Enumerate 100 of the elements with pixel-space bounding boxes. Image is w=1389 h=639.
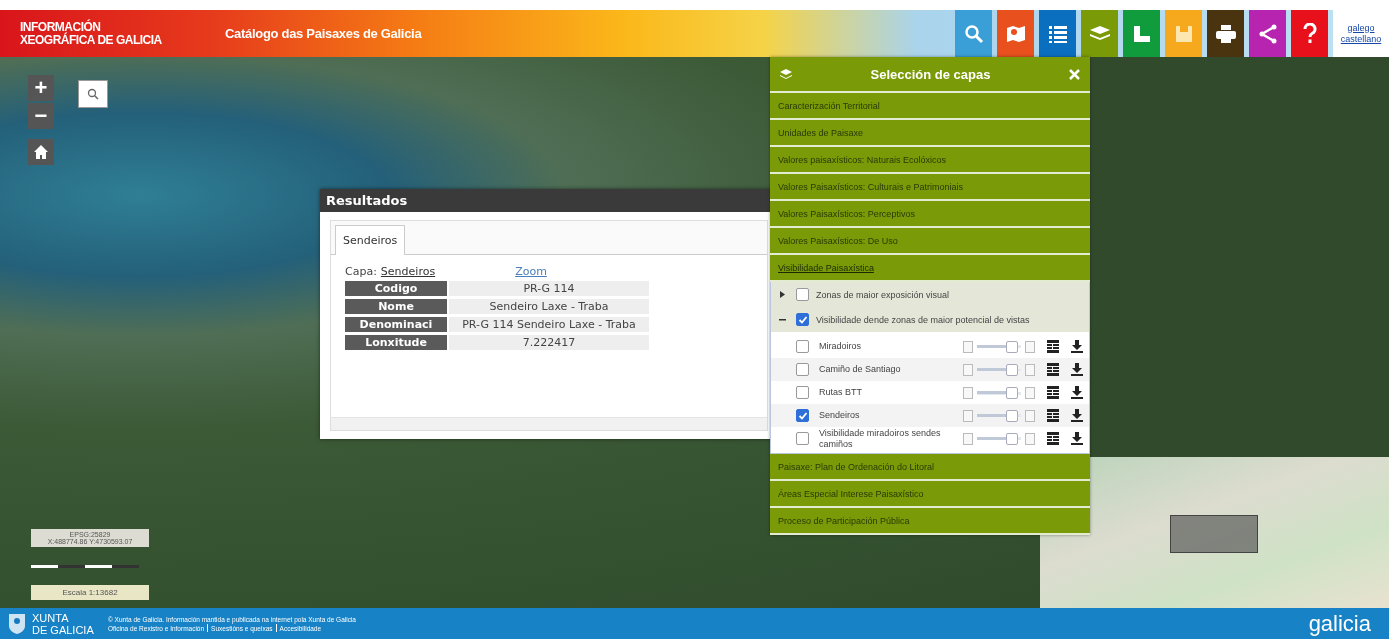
slider-thumb[interactable] [1006, 386, 1019, 399]
save-button[interactable] [1165, 10, 1202, 57]
overview-map[interactable] [1040, 457, 1389, 608]
share-button[interactable] [1249, 10, 1286, 57]
download-icon[interactable] [1071, 363, 1083, 376]
layer-group-header[interactable]: Proceso de Participación Pública [770, 508, 1090, 535]
horizontal-scrollbar[interactable] [331, 417, 767, 430]
layer-label: Visibilidade miradoiros sendes camiños [819, 427, 942, 450]
list-button[interactable] [1039, 10, 1076, 57]
zoom-link[interactable]: Zoom [515, 265, 547, 278]
language-link[interactable]: castellano [1340, 33, 1382, 45]
list-icon [1047, 23, 1068, 44]
opacity-increase-button[interactable] [1025, 340, 1035, 353]
legend-icon[interactable] [1047, 432, 1059, 445]
galicia-logo[interactable]: galicia [1308, 610, 1371, 637]
close-icon [1069, 68, 1080, 80]
zoom-in-button[interactable]: + [28, 75, 54, 101]
slider-thumb[interactable] [1006, 432, 1019, 445]
legend-icon[interactable] [1047, 363, 1059, 376]
layer-link[interactable]: Sendeiros [380, 265, 436, 278]
opacity-increase-button[interactable] [1025, 409, 1035, 422]
layer-group-header[interactable]: Unidades de Paisaxe [770, 120, 1090, 147]
layer-group-header[interactable]: Visibilidade Paisaxística [770, 255, 1090, 282]
zoom-out-button[interactable]: − [28, 103, 54, 129]
layer-group-header[interactable]: Áreas Especial Interese Paisaxístico [770, 481, 1090, 508]
opacity-increase-button[interactable] [1025, 363, 1035, 376]
minus-icon [779, 316, 786, 323]
search-icon [963, 23, 984, 44]
legend-icon[interactable] [1047, 409, 1059, 422]
layer-group-header[interactable]: Paisaxe: Plan de Ordenación do Litoral [770, 454, 1090, 481]
legend-icon[interactable] [1047, 340, 1059, 353]
layer-subgroup-label: Visibilidade dende zonas de maior potencial de vistas [816, 314, 1030, 325]
search-button[interactable] [955, 10, 992, 57]
checkbox[interactable] [796, 386, 809, 399]
opacity-decrease-button[interactable] [963, 432, 973, 445]
layer-subgroup-label: Zonas de maior exposición visual [816, 289, 950, 300]
language-link[interactable]: galego [1347, 22, 1375, 34]
results-tab[interactable]: Sendeiros [335, 225, 406, 255]
help-icon [1302, 22, 1317, 45]
download-icon[interactable] [1071, 386, 1083, 399]
search-button[interactable] [78, 80, 108, 108]
opacity-increase-button[interactable] [1025, 386, 1035, 399]
slider-thumb[interactable] [1006, 409, 1019, 422]
map-icon [1004, 23, 1027, 44]
field-name-cell: Nome [345, 299, 447, 314]
help-button[interactable] [1291, 10, 1328, 57]
field-value-cell: Sendeiro Laxe - Traba [449, 299, 649, 314]
share-icon [1257, 23, 1278, 44]
layer-label: Camiño de Santiago [819, 364, 902, 375]
home-icon [33, 144, 49, 160]
slider-thumb[interactable] [1006, 340, 1019, 353]
home-button[interactable] [28, 139, 54, 165]
checkbox[interactable] [796, 313, 809, 326]
checkbox[interactable] [796, 363, 809, 376]
satellite-map[interactable] [0, 57, 1389, 608]
layer-group-header[interactable]: Valores Paisaxísticos: Culturais e Patrimoniais [770, 174, 1090, 201]
catalog-title: Catálogo das Paisaxes de Galicia [225, 26, 422, 41]
opacity-decrease-button[interactable] [963, 340, 973, 353]
opacity-decrease-button[interactable] [963, 386, 973, 399]
field-value-cell: PR-G 114 [449, 281, 649, 296]
field-value-cell: PR-G 114 Sendeiro Laxe - Traba [449, 317, 649, 332]
layer-label: Sendeiros [819, 410, 861, 421]
layers-button[interactable] [1081, 10, 1118, 57]
layer-group-header[interactable]: Valores Paisaxísticos: De Uso [770, 228, 1090, 255]
xunta-logo[interactable]: XUNTA DE GALICIA [32, 611, 98, 636]
checkbox[interactable] [796, 288, 809, 301]
layer-group-header[interactable]: Valores paisaxísticos: Naturais Ecolóxicos [770, 147, 1090, 174]
site-logo[interactable]: INFORMACIÓN XEOGRÁFICA DE GALICIA [0, 20, 205, 47]
scale-text: Escala 1:13682 [31, 585, 149, 600]
coat-of-arms-icon [8, 612, 26, 635]
layers-icon [1088, 24, 1111, 43]
checkbox[interactable] [796, 340, 809, 353]
layers-icon [780, 69, 792, 79]
checkbox[interactable] [796, 409, 809, 422]
opacity-increase-button[interactable] [1025, 432, 1035, 445]
layer-label: Rutas BTT [819, 387, 863, 398]
panel-title: Selección de capas [869, 66, 992, 82]
print-button[interactable] [1207, 10, 1244, 57]
opacity-decrease-button[interactable] [963, 363, 973, 376]
layer-group-header[interactable]: Valores Paisaxísticos: Perceptivos [770, 201, 1090, 228]
map-button[interactable] [997, 10, 1034, 57]
field-name-cell: Denominaci [345, 317, 447, 332]
view-extent-box[interactable] [1170, 515, 1258, 553]
collapse-toggle[interactable] [779, 316, 789, 323]
field-name-cell: Lonxitude [345, 335, 447, 350]
download-icon[interactable] [1071, 409, 1083, 422]
close-button[interactable] [1069, 68, 1080, 80]
field-name-cell: Codigo [345, 281, 447, 296]
download-icon[interactable] [1071, 432, 1083, 445]
opacity-decrease-button[interactable] [963, 409, 973, 422]
download-icon[interactable] [1071, 340, 1083, 353]
print-icon [1214, 23, 1237, 44]
layer-label: Miradoiros [819, 341, 862, 352]
slider-thumb[interactable] [1006, 363, 1019, 376]
search-icon [87, 88, 99, 100]
save-icon [1173, 23, 1194, 44]
layer-group-header[interactable]: Caracterización Territorial [770, 93, 1090, 120]
legend-icon[interactable] [1047, 386, 1059, 399]
checkbox[interactable] [796, 432, 809, 445]
measure-button[interactable] [1123, 10, 1160, 57]
